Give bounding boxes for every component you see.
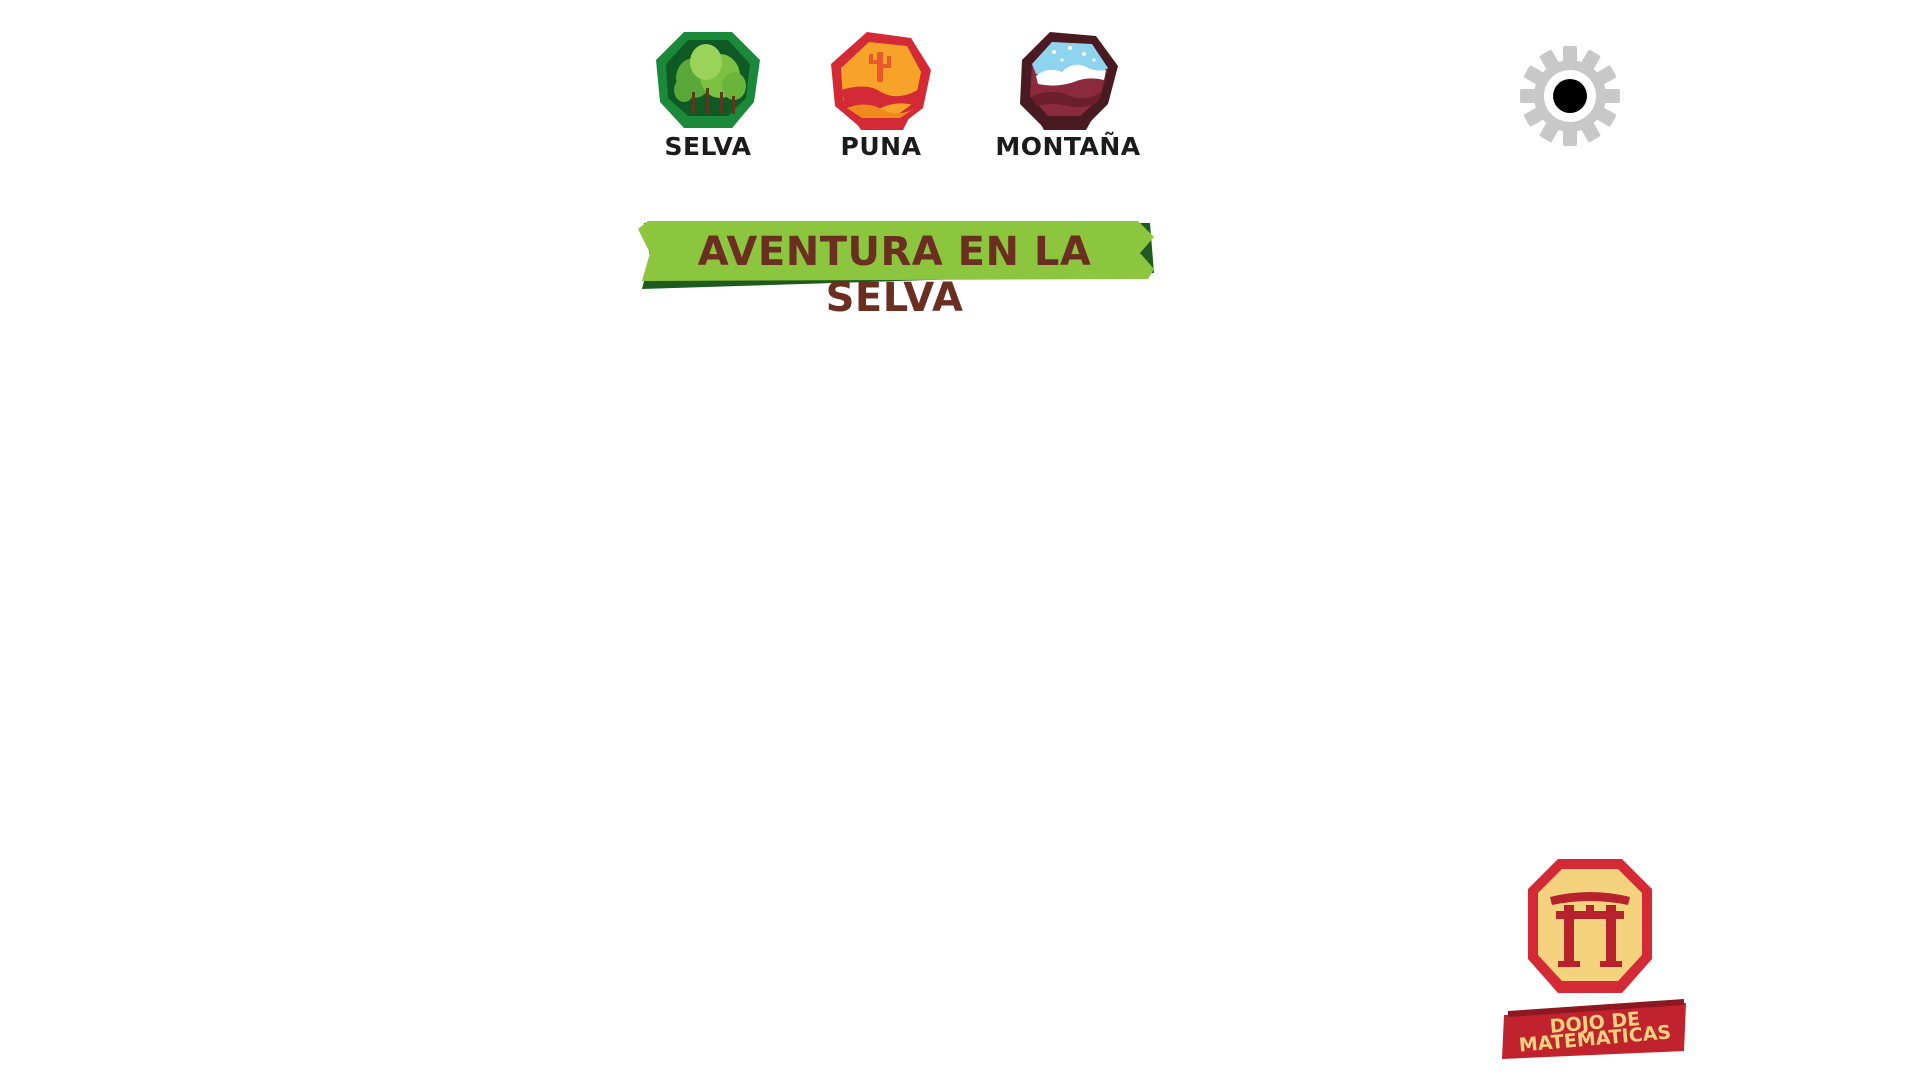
title-banner: AVENTURA EN LA SELVA: [632, 215, 1157, 321]
gear-icon: [1520, 46, 1620, 146]
region-label: SELVA: [664, 132, 752, 161]
region-button-montana[interactable]: MONTAÑA: [993, 30, 1143, 161]
desert-cactus-icon: [831, 32, 931, 130]
game-screen: SELVA PUNA MONTAÑA AVENTURA EN LA SELVA …: [0, 0, 1920, 1080]
region-label: PUNA: [840, 132, 922, 161]
region-button-puna[interactable]: PUNA: [806, 30, 956, 161]
region-label: MONTAÑA: [995, 132, 1141, 161]
banner-title: AVENTURA EN LA SELVA: [697, 229, 1092, 321]
snowy-mountain-icon: [1020, 32, 1118, 130]
settings-button[interactable]: [1520, 46, 1620, 146]
dojo-logo[interactable]: DOJO DE MATEMATICAS: [1500, 855, 1690, 1060]
jungle-trees-icon: [656, 32, 760, 128]
region-button-selva[interactable]: SELVA: [633, 30, 783, 161]
